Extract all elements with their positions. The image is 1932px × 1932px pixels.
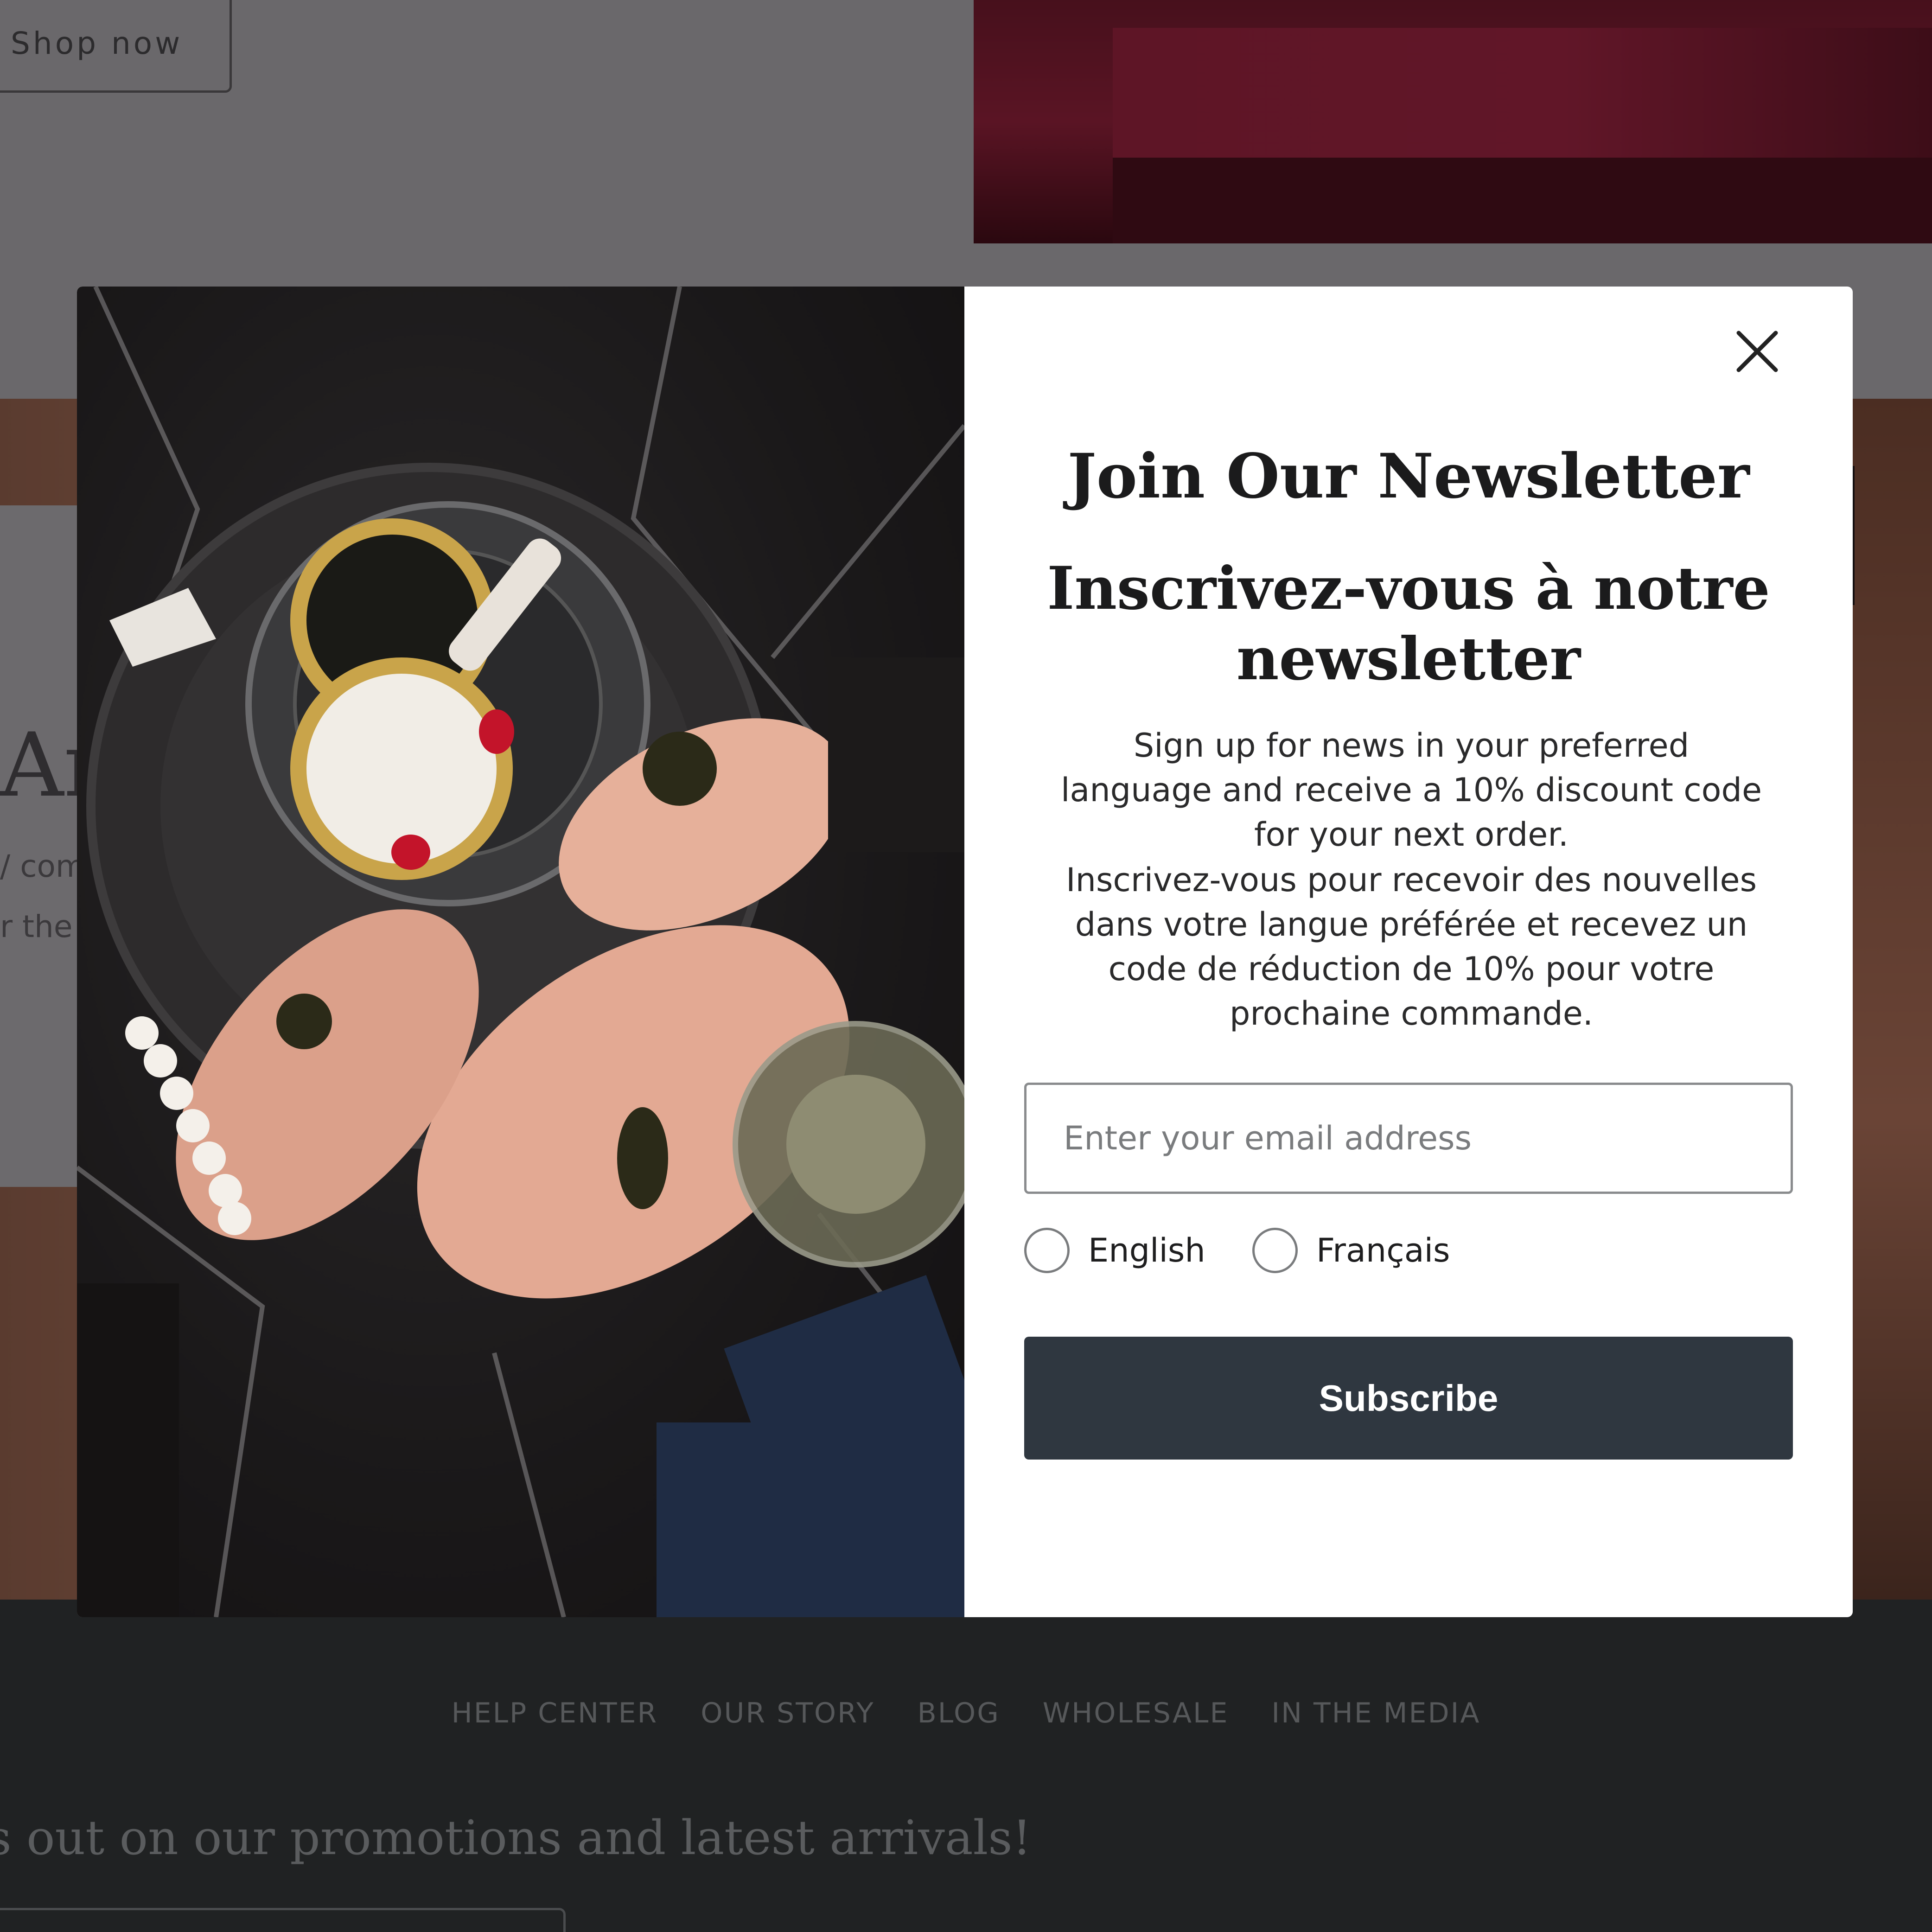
- language-option-english[interactable]: English: [1024, 1225, 1205, 1276]
- footer: [0, 1600, 1932, 1932]
- footer-email-field[interactable]: [0, 1908, 566, 1932]
- shop-now-button[interactable]: Shop now: [0, 0, 232, 93]
- background-text-fragment: r the: [0, 909, 73, 944]
- newsletter-title-en: Join Our Newsletter: [1067, 440, 1750, 512]
- footer-promo-text: ss out on our promotions and latest arri…: [0, 1811, 1032, 1866]
- footer-link-blog[interactable]: BLOG: [918, 1695, 1000, 1732]
- newsletter-title-fr: Inscrivez-vous à notre newsletter: [1047, 554, 1770, 693]
- newsletter-description-fr: Inscrivez-vous pour recevoir des nouvell…: [1065, 861, 1757, 1033]
- hero-gift-box-image: [974, 0, 1932, 243]
- english-label[interactable]: English: [1088, 1231, 1205, 1269]
- caviar-photo: [77, 287, 964, 1617]
- footer-link-wholesale[interactable]: WHOLESALE: [1043, 1695, 1229, 1732]
- background-text-fragment: / com: [0, 848, 86, 884]
- caviar-photo-illustration: [77, 287, 964, 1617]
- footer-link-help-center[interactable]: HELP CENTER: [452, 1695, 658, 1732]
- email-field[interactable]: [1024, 1083, 1793, 1194]
- footer-nav: HELP CENTER OUR STORY BLOG WHOLESALE IN …: [0, 1695, 1932, 1732]
- newsletter-description-en: Sign up for news in your preferred langu…: [1060, 727, 1762, 854]
- language-option-french[interactable]: Français: [1252, 1225, 1450, 1276]
- french-radio[interactable]: [1252, 1228, 1298, 1273]
- french-label[interactable]: Français: [1316, 1231, 1450, 1269]
- close-button[interactable]: [1729, 324, 1785, 379]
- english-radio[interactable]: [1024, 1228, 1070, 1273]
- close-icon: [1736, 331, 1778, 372]
- subscribe-button[interactable]: Subscribe: [1024, 1337, 1793, 1460]
- footer-link-in-the-media[interactable]: IN THE MEDIA: [1271, 1695, 1480, 1732]
- background-image-edge: [1852, 399, 1932, 1600]
- footer-link-our-story[interactable]: OUR STORY: [701, 1695, 874, 1732]
